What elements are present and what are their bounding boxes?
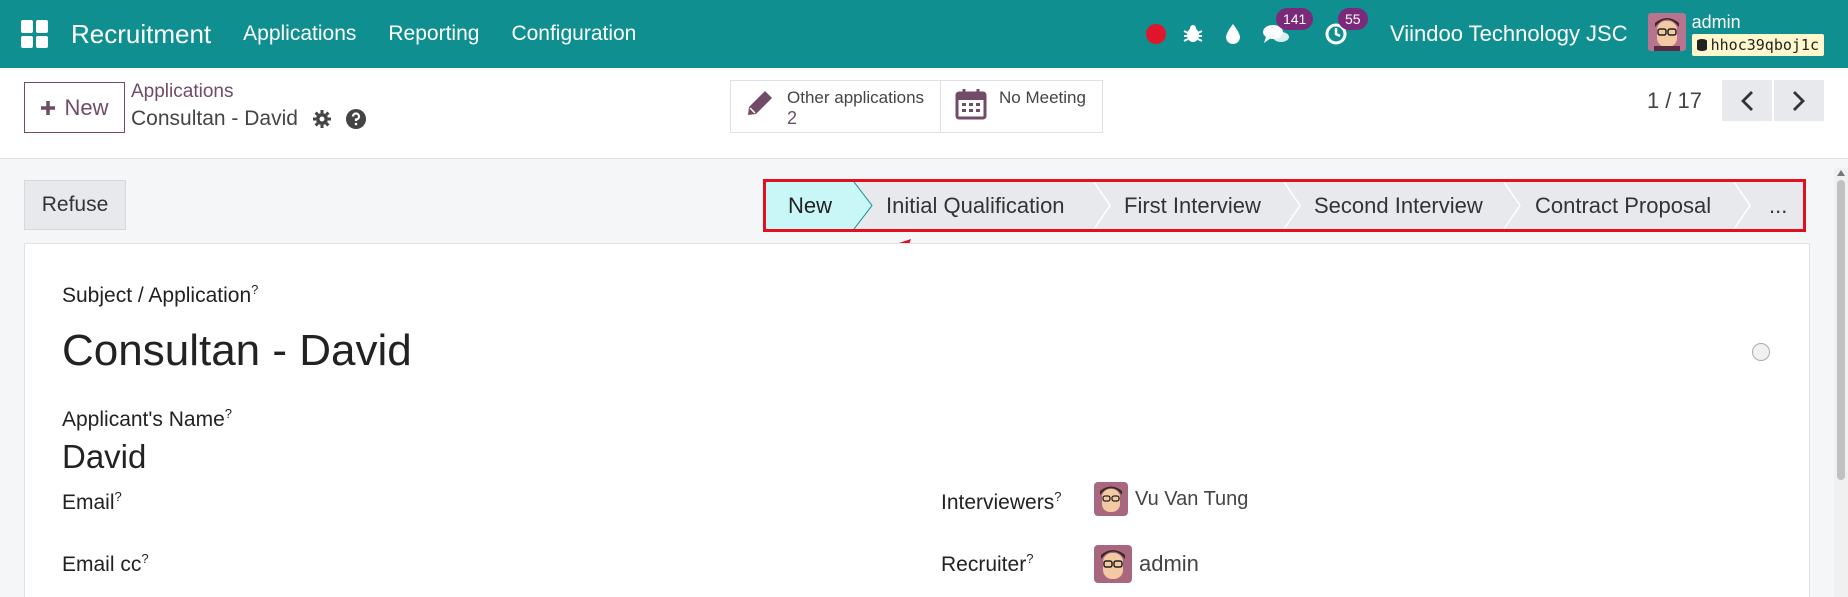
email-label: Email?	[62, 489, 122, 514]
help-mark[interactable]: ?	[251, 282, 258, 297]
smart-buttons: Other applications 2 No Meeting	[730, 80, 1103, 133]
new-button-label: New	[64, 94, 109, 120]
subject-field[interactable]: Consultan - David	[62, 326, 412, 376]
stage-separator-arrow	[1283, 182, 1301, 229]
pager-next-button[interactable]	[1774, 80, 1824, 121]
chat-icon[interactable]: 141	[1262, 8, 1314, 46]
interviewer-avatar	[1094, 482, 1128, 516]
kanban-state-indicator[interactable]	[1752, 343, 1770, 361]
stage-first-interview[interactable]: First Interview	[1124, 182, 1261, 229]
menu-applications[interactable]: Applications	[243, 22, 356, 46]
stage-separator-arrow	[1733, 182, 1751, 229]
recruiter-name: admin	[1139, 551, 1199, 576]
activities-badge: 55	[1337, 8, 1368, 30]
stage-new[interactable]: New	[766, 182, 854, 229]
stage-contract-proposal[interactable]: Contract Proposal	[1535, 182, 1711, 229]
stage-separator-arrow	[1093, 182, 1111, 229]
email-cc-label: Email cc?	[62, 551, 149, 576]
apps-icon[interactable]	[21, 20, 49, 48]
meeting-button[interactable]: No Meeting	[941, 81, 1102, 132]
stage-second-interview[interactable]: Second Interview	[1314, 182, 1483, 229]
pager-previous-button[interactable]	[1722, 80, 1772, 121]
database-icon	[1696, 39, 1707, 51]
help-mark[interactable]: ?	[115, 489, 122, 504]
calendar-icon	[955, 89, 987, 120]
chevron-right-icon	[1793, 90, 1805, 111]
user-avatar[interactable]	[1647, 12, 1686, 56]
recruiter-label: Recruiter?	[941, 551, 1034, 576]
scrollbar-thumb[interactable]	[1837, 180, 1845, 480]
breadcrumb-current-label: Consultan - David	[131, 107, 298, 130]
breadcrumb-current: Consultan - David	[131, 107, 366, 131]
scrollbar[interactable]	[1834, 168, 1848, 597]
clock-icon[interactable]: 55	[1324, 8, 1368, 46]
company-switcher[interactable]: Viindoo Technology JSC	[1390, 21, 1628, 47]
user-name: admin	[1691, 12, 1741, 32]
user-menu[interactable]: admin hhoc39qboj1c	[1691, 12, 1824, 56]
help-icon[interactable]	[345, 109, 366, 129]
help-mark[interactable]: ?	[225, 406, 232, 421]
interviewer-tag[interactable]: Vu Van Tung	[1094, 482, 1248, 516]
scroll-up-icon[interactable]	[1837, 170, 1845, 176]
plus-icon	[41, 100, 56, 115]
meeting-label: No Meeting	[999, 88, 1086, 107]
other-applications-label: Other applications	[787, 88, 925, 107]
stage-separator-arrow	[1503, 182, 1521, 229]
breadcrumb-parent[interactable]: Applications	[131, 81, 233, 103]
stage-statusbar: New Initial Qualification First Intervie…	[763, 179, 1806, 232]
pager: 1 / 17	[1647, 80, 1824, 121]
form-sheet: Subject / Application? Consultan - David…	[24, 243, 1810, 597]
applicant-name-label: Applicant's Name?	[62, 406, 232, 431]
interviewers-label: Interviewers?	[941, 489, 1062, 514]
gear-icon[interactable]	[312, 109, 332, 129]
top-navbar: Recruitment Applications Reporting Confi…	[0, 0, 1848, 68]
recruiter-avatar	[1094, 545, 1132, 583]
control-panel: New Applications Consultan - David Other…	[0, 68, 1848, 159]
app-name[interactable]: Recruitment	[71, 19, 211, 50]
subject-label: Subject / Application?	[62, 282, 259, 307]
help-mark[interactable]: ?	[1026, 551, 1033, 566]
messages-badge: 141	[1275, 8, 1314, 30]
database-name: hhoc39qboj1c	[1710, 36, 1819, 54]
chevron-left-icon	[1741, 90, 1753, 111]
stage-initial-qualification[interactable]: Initial Qualification	[886, 182, 1065, 229]
pencil-icon	[748, 91, 772, 115]
refuse-button[interactable]: Refuse	[24, 180, 126, 230]
interviewer-name: Vu Van Tung	[1135, 487, 1249, 510]
drop-icon[interactable]	[1224, 23, 1242, 45]
database-tag: hhoc39qboj1c	[1691, 34, 1824, 56]
help-mark[interactable]: ?	[141, 551, 148, 566]
recruiter-tag[interactable]: admin	[1094, 545, 1199, 583]
other-applications-count: 2	[787, 108, 798, 128]
help-mark[interactable]: ?	[1054, 489, 1061, 504]
applicant-name-field[interactable]: David	[62, 438, 146, 476]
record-icon[interactable]	[1145, 24, 1166, 44]
menu-reporting[interactable]: Reporting	[388, 22, 479, 46]
stage-more[interactable]: ...	[1769, 182, 1787, 229]
pager-value[interactable]: 1 / 17	[1647, 88, 1702, 114]
bug-icon[interactable]	[1182, 23, 1204, 45]
stage-separator-arrow	[851, 182, 873, 229]
menu-configuration[interactable]: Configuration	[511, 22, 636, 46]
other-applications-button[interactable]: Other applications 2	[731, 81, 942, 132]
new-button[interactable]: New	[24, 82, 125, 133]
